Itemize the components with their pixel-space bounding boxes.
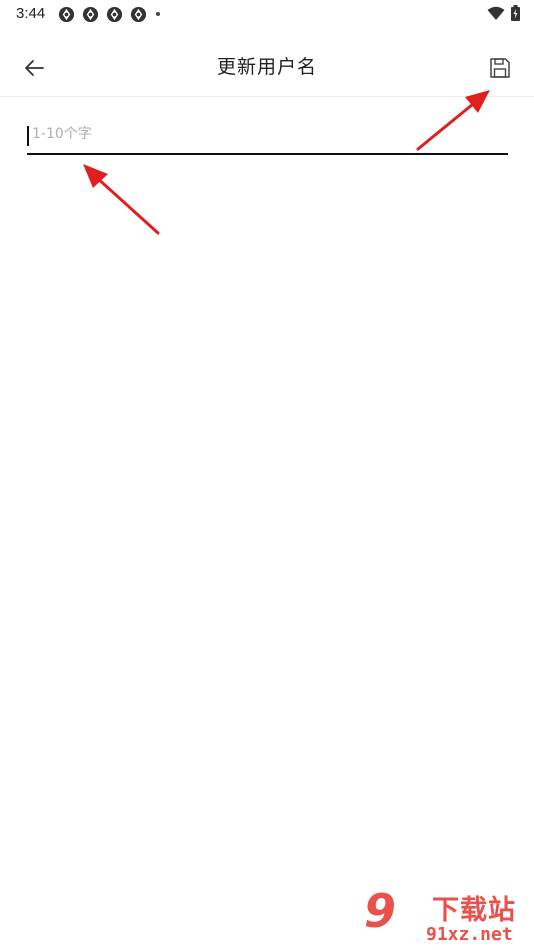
wifi-icon — [487, 6, 505, 20]
status-bar: 3:44 — [0, 0, 534, 28]
app-notification-icon — [130, 6, 147, 22]
save-button[interactable] — [486, 54, 514, 82]
page-title: 更新用户名 — [216, 56, 317, 78]
battery-charging-icon — [511, 5, 520, 21]
watermark-mark: 9 — [364, 884, 396, 938]
annotation-arrow-input — [83, 164, 160, 235]
more-notifications-dot — [156, 12, 160, 16]
site-watermark: 9 下载站 91xz.net — [358, 884, 534, 950]
floppy-disk-icon — [490, 58, 510, 78]
username-input[interactable] — [27, 115, 508, 153]
app-notification-icon — [82, 6, 99, 22]
watermark-title: 下载站 — [432, 895, 516, 926]
watermark-domain: 91xz.net — [426, 924, 513, 945]
text-cursor — [27, 126, 29, 146]
input-underline — [27, 153, 508, 155]
app-notification-icon — [106, 6, 123, 22]
system-icons — [481, 5, 520, 21]
status-time: 3:44 — [16, 5, 46, 22]
app-toolbar: 更新用户名 — [0, 40, 534, 96]
app-notification-icon — [58, 6, 75, 22]
notification-icons — [58, 5, 160, 23]
username-field — [27, 115, 508, 156]
toolbar-divider — [0, 96, 534, 97]
